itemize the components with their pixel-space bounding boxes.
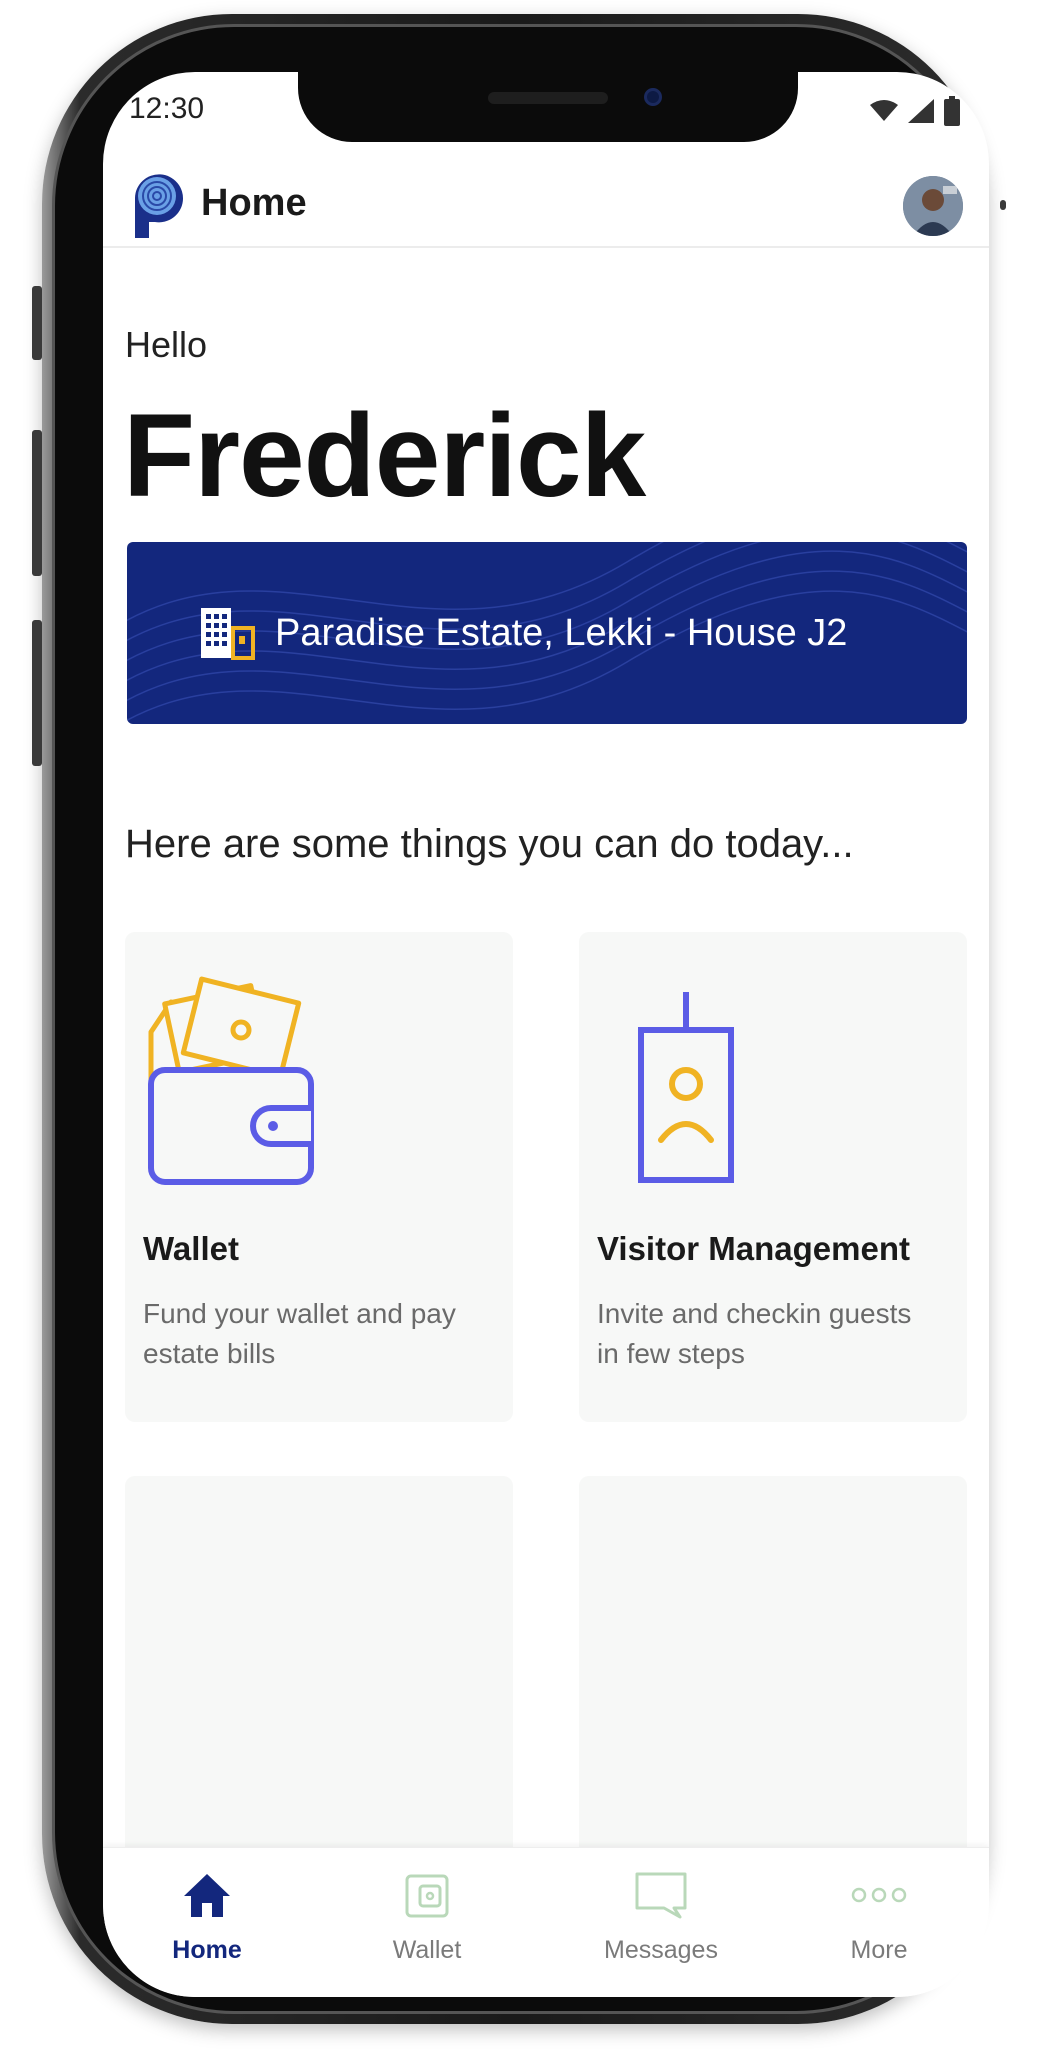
power-button <box>1000 200 1006 210</box>
greeting-hello: Hello <box>125 324 208 365</box>
phone-notch <box>298 72 798 142</box>
avatar-photo-icon <box>903 176 963 236</box>
status-icons <box>869 96 961 126</box>
estate-row: Paradise Estate, Lekki - House J2 <box>199 606 847 660</box>
nav-item-wallet[interactable]: Wallet <box>347 1848 507 1978</box>
cellular-signal-icon <box>908 99 934 123</box>
speaker-grille <box>488 92 608 104</box>
placeholder-card-left <box>125 1476 513 1896</box>
home-icon <box>184 1874 230 1917</box>
nav-item-more[interactable]: More <box>799 1848 959 1978</box>
nav-item-home[interactable]: Home <box>127 1848 287 1978</box>
wallet-card[interactable]: Wallet Fund your wallet and pay estate b… <box>125 932 513 1422</box>
app-screen: 12:30 Home Hello Frederick Paradise Esta… <box>103 72 989 1997</box>
card-description: Invite and checkin guests in few steps <box>597 1298 912 1369</box>
card-title: Visitor Management <box>597 1230 910 1267</box>
message-icon <box>635 1872 687 1919</box>
nav-label: Messages <box>604 1936 718 1964</box>
nav-label: More <box>850 1936 908 1964</box>
section-subheading: Here are some things you can do today... <box>125 822 854 866</box>
bottom-navigation: Home Wallet Messages More <box>103 1847 989 1997</box>
nav-label: Wallet <box>392 1936 462 1964</box>
user-name: Frederick <box>123 390 646 522</box>
app-bar: Home <box>103 164 989 248</box>
mute-switch <box>32 286 42 360</box>
estate-banner[interactable]: Paradise Estate, Lekki - House J2 <box>127 542 967 724</box>
wallet-icon <box>405 1874 449 1918</box>
card-description: Fund your wallet and pay estate bills <box>143 1298 456 1369</box>
visitor-management-card[interactable]: Visitor Management Invite and checkin gu… <box>579 932 967 1422</box>
wifi-icon <box>870 100 898 121</box>
placeholder-card-right <box>579 1476 967 1896</box>
page-title: Home <box>201 182 307 224</box>
app-logo-icon <box>135 174 183 238</box>
more-icon <box>851 1887 907 1903</box>
volume-down-button <box>32 620 42 766</box>
id-badge-icon <box>638 992 734 1183</box>
battery-icon <box>944 96 960 126</box>
building-icon <box>201 608 255 660</box>
nav-item-messages[interactable]: Messages <box>581 1848 741 1978</box>
estate-label: Paradise Estate, Lekki - House J2 <box>275 611 848 654</box>
status-time: 12:30 <box>129 92 205 125</box>
volume-up-button <box>32 430 42 576</box>
wallet-icon <box>148 976 314 1185</box>
user-avatar[interactable] <box>903 176 963 236</box>
nav-label: Home <box>172 1936 242 1964</box>
card-title: Wallet <box>143 1230 239 1267</box>
front-camera <box>644 88 662 106</box>
